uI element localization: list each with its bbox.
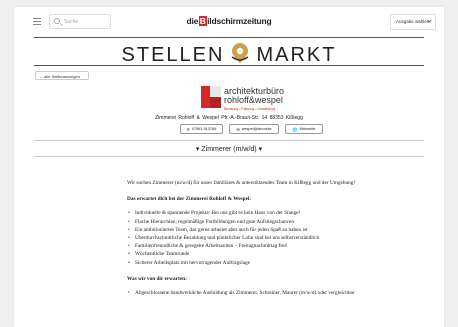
- logo-b: B: [198, 16, 207, 26]
- company-name-line2: rohloff&wespel: [224, 95, 283, 105]
- intro-text: Wir suchen Zimmerer (m/w/d) für unser fa…: [127, 180, 356, 186]
- chevron-down-icon: [427, 18, 432, 23]
- phone-icon: ✆: [186, 128, 190, 132]
- email-button[interactable]: ✉ wespel@alnovide: [229, 124, 279, 134]
- title-left: STELLEN: [121, 44, 225, 66]
- mail-icon: ✉: [236, 128, 240, 132]
- divider: [34, 140, 424, 141]
- company-tagline: Beratung • Planung • Umsetzung: [224, 107, 276, 111]
- edition-label: Ausgabe wählen: [396, 19, 430, 24]
- list-item: Flache Hierarchien, regelmäßige Fortbild…: [127, 218, 389, 226]
- requirements-heading: Was wir von dir erwarten:: [127, 275, 187, 282]
- requirements-list: Abgeschlossene handwerkliche Ausbildung …: [127, 289, 389, 297]
- company-logo-icon: [201, 86, 221, 108]
- list-item: Individuelle & spannende Projekte: Bei u…: [127, 209, 389, 217]
- caret-down-icon: ▾: [195, 146, 200, 153]
- stellenmarkt-title: STELLEN MARKT: [14, 42, 444, 67]
- list-item: Familienfreundliche & geregelte Arbeitsz…: [127, 242, 389, 250]
- list-item: Sicherer Arbeitsplatz mit hervorragender…: [127, 259, 389, 267]
- company-name: architekturbüro rohloff&wespel: [224, 87, 284, 105]
- list-item: Wöchentliche Teamrunde: [127, 250, 389, 258]
- website-button[interactable]: 🌐 Webseite: [285, 124, 323, 134]
- site-logo[interactable]: die Bildschirmzeitung: [14, 16, 444, 26]
- job-title-toggle[interactable]: ▾ Zimmerer (m/w/d) ▾: [14, 145, 444, 153]
- caret-down-icon: ▾: [258, 146, 263, 153]
- benefits-heading: Das erwartet dich bei der Zimmerei Rohlo…: [127, 196, 252, 203]
- logo-prefix: die: [186, 16, 199, 26]
- list-item: Überdurchschnittliche Bezahlung und pünk…: [127, 234, 389, 242]
- top-bar: dieBildschirmzeitung Ausgabe wählen: [14, 7, 444, 37]
- divider: [34, 37, 424, 38]
- globe-icon: 🌐: [292, 128, 298, 132]
- email-label: wespel@alnovide: [241, 127, 272, 131]
- benefits-list: Individuelle & spannende Projekte: Bei u…: [127, 209, 389, 267]
- divider: [34, 65, 424, 66]
- list-item: Abgeschlossene handwerkliche Ausbildung …: [127, 289, 389, 297]
- phone-label: 07563-913766: [191, 127, 217, 131]
- list-item: Ein ambitioniertes Team, das gerne arbei…: [127, 226, 389, 234]
- title-right: MARKT: [256, 44, 337, 66]
- company-address: Zimmerei Rohloff & Wespel Pfr.-A.-Braun-…: [155, 115, 303, 121]
- divider: [34, 156, 424, 157]
- logo-suffix: ildschirmzeitung: [207, 16, 272, 26]
- job-description: Wir suchen Zimmerer (m/w/d) für unser fa…: [127, 179, 389, 305]
- phone-button[interactable]: ✆ 07563-913766: [180, 124, 223, 134]
- back-to-listings-button[interactable]: ← alle Stellenanzeigen: [35, 71, 89, 80]
- job-title: Zimmerer (m/w/d): [201, 146, 257, 153]
- edition-select[interactable]: Ausgabe wählen: [390, 14, 436, 30]
- page: dieBildschirmzeitung Ausgabe wählen STEL…: [14, 7, 444, 327]
- map-pin-icon: [232, 43, 249, 63]
- website-label: Webseite: [299, 127, 316, 131]
